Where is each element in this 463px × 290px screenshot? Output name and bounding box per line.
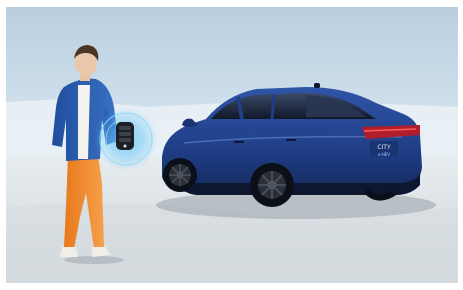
car-badge-subtext: e:HEV [378, 152, 390, 157]
smart-key-icon [94, 107, 158, 171]
front-wheel [163, 158, 197, 192]
advertisement-photo: CITY e:HEV [6, 7, 458, 283]
car-badge-text: CITY [377, 144, 391, 151]
rear-wheel [250, 163, 294, 207]
photo-canvas: CITY e:HEV [6, 7, 458, 283]
